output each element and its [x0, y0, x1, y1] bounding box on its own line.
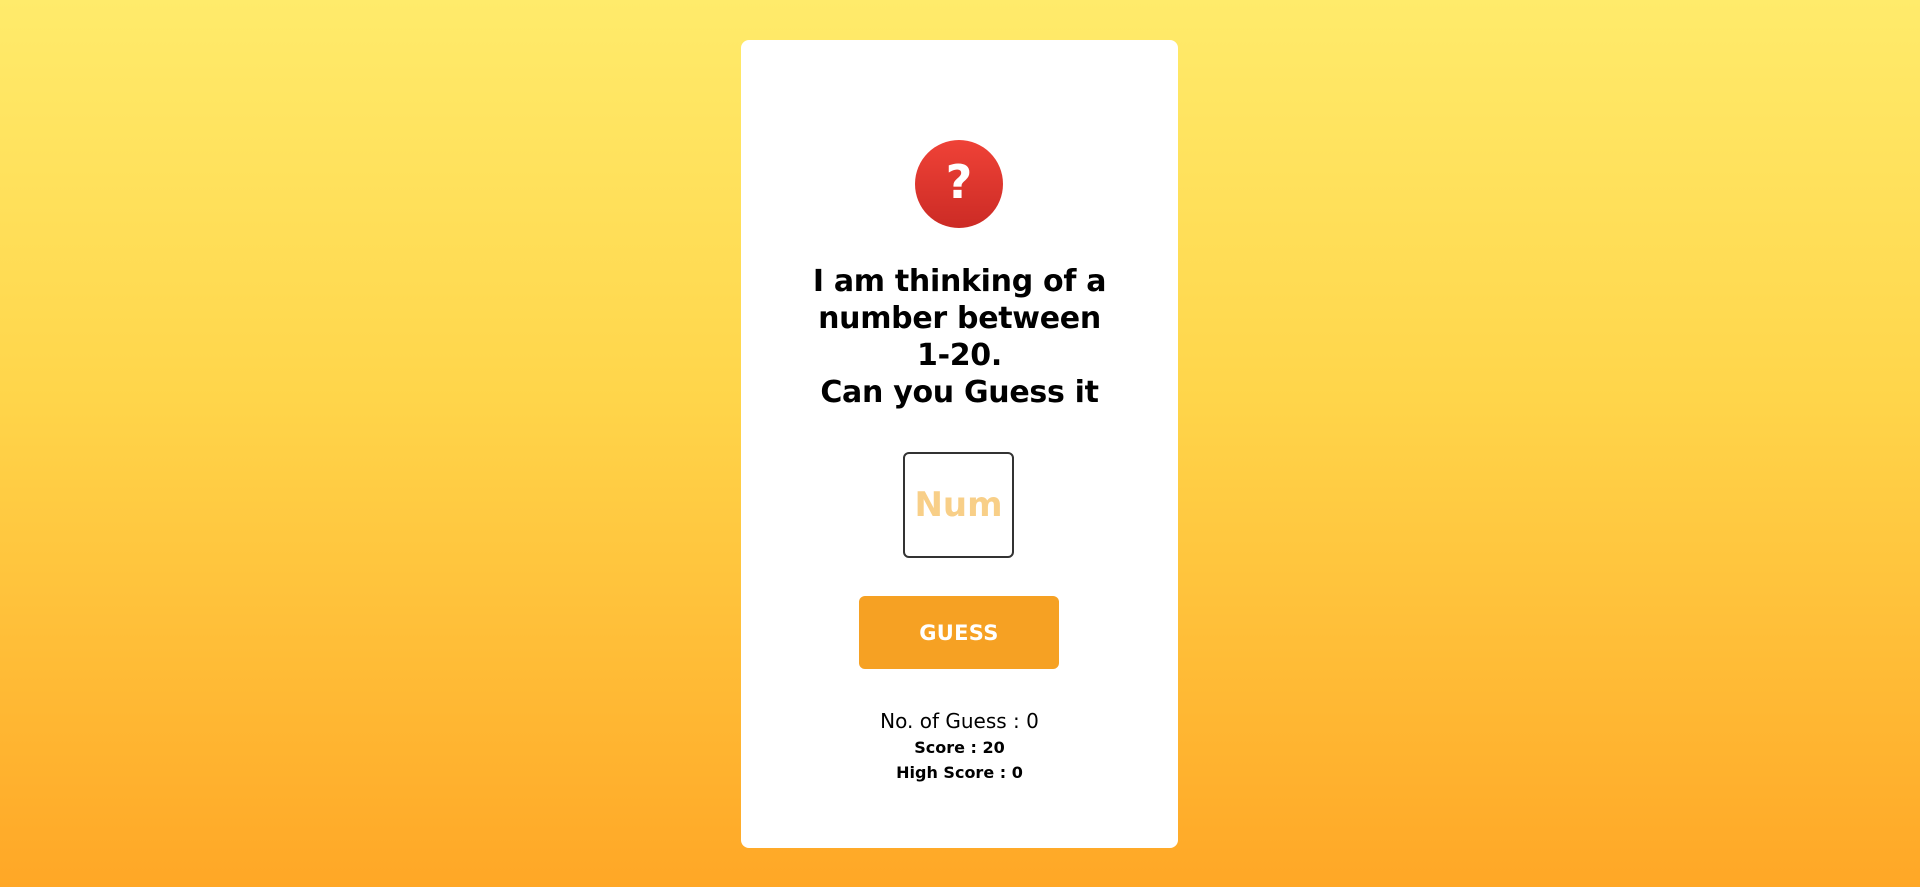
high-score: High Score : 0: [896, 763, 1023, 782]
guess-button[interactable]: GUESS: [859, 596, 1059, 669]
prompt-line-4: Can you Guess it: [820, 375, 1099, 410]
question-mark-glyph: ?: [945, 155, 973, 209]
prompt-line-3: 1-20.: [917, 338, 1002, 373]
game-card: ? I am thinking of a number between 1-20…: [741, 40, 1178, 848]
prompt-line-2: number between: [818, 301, 1101, 336]
question-mark-icon: ?: [915, 140, 1003, 228]
game-prompt: I am thinking of a number between 1-20. …: [741, 263, 1178, 411]
guess-count: No. of Guess : 0: [880, 709, 1039, 733]
score: Score : 20: [914, 738, 1005, 757]
prompt-line-1: I am thinking of a: [812, 264, 1107, 299]
number-input[interactable]: [903, 452, 1014, 558]
stats-panel: No. of Guess : 0 Score : 20 High Score :…: [741, 707, 1178, 785]
